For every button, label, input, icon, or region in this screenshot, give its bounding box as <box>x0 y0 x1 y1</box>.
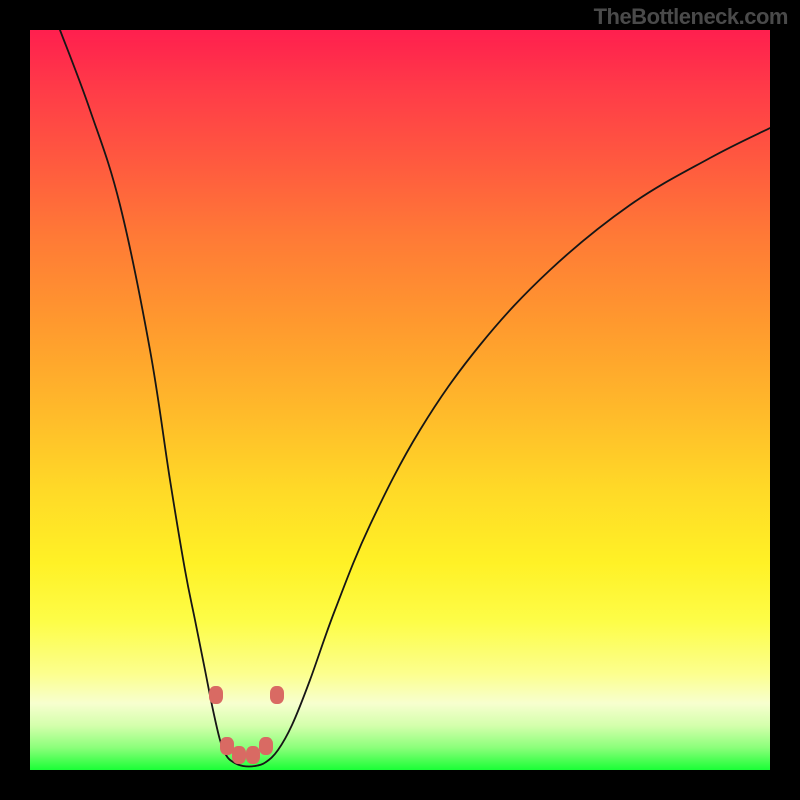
watermark-label: TheBottleneck.com <box>594 4 788 30</box>
curve-marker <box>270 686 284 704</box>
curve-marker <box>209 686 223 704</box>
plot-area <box>30 30 770 770</box>
bottleneck-curve <box>60 30 770 767</box>
curve-marker <box>220 737 234 755</box>
curve-marker <box>232 746 246 764</box>
curve-marker <box>259 737 273 755</box>
curve-svg <box>30 30 770 770</box>
chart-frame: TheBottleneck.com <box>0 0 800 800</box>
curve-markers <box>209 686 284 764</box>
curve-marker <box>246 746 260 764</box>
